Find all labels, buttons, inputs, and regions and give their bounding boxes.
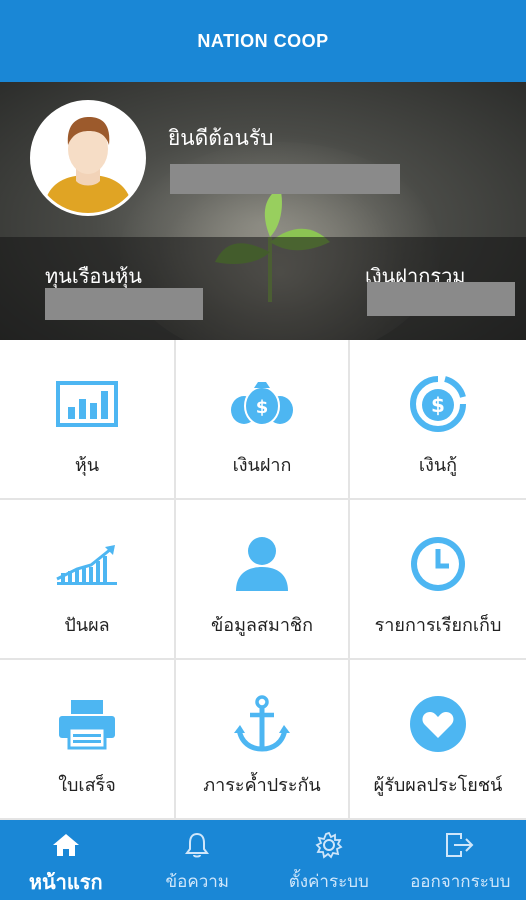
dollar-coin-icon: $ (410, 376, 466, 432)
bell-icon (185, 832, 210, 858)
clock-icon (411, 537, 465, 591)
bottom-nav: หน้าแรก ข้อความ ตั้งค่าระบบ ออกจากระบบ (0, 820, 526, 900)
deposit-value-redacted (367, 282, 515, 316)
menu-label: หุ้น (74, 455, 100, 476)
menu-item-member-info[interactable]: ข้อมูลสมาชิก (176, 500, 350, 660)
menu-item-deposit[interactable]: $ เงินฝาก (176, 340, 350, 500)
menu-label: ปันผล (64, 615, 110, 636)
printer-icon (59, 700, 115, 750)
menu-grid: หุ้น $ เงินฝาก $ เงินกู้ ปันผล ข้อมูลสมา… (0, 340, 526, 820)
nav-item-settings[interactable]: ตั้งค่าระบบ (263, 820, 395, 900)
welcome-text: ยินดีต้อนรับ (168, 126, 274, 150)
heart-icon (410, 696, 466, 752)
avatar-person-icon (43, 117, 133, 213)
menu-item-dividend[interactable]: ปันผล (0, 500, 176, 660)
menu-item-beneficiary[interactable]: ผู้รับผลประโยชน์ (350, 660, 526, 820)
menu-label: รายการเรียกเก็บ (374, 615, 502, 636)
menu-item-receipt[interactable]: ใบเสร็จ (0, 660, 176, 820)
home-icon (52, 834, 79, 856)
svg-text:$: $ (256, 397, 269, 418)
nav-label: ข้อความ (165, 872, 229, 892)
avatar[interactable] (30, 100, 146, 216)
app-header: NATION COOP (0, 0, 526, 82)
app-title: NATION COOP (197, 30, 329, 51)
bar-chart-icon (56, 381, 118, 427)
menu-item-guarantee[interactable]: ภาระค้ำประกัน (176, 660, 350, 820)
nav-item-logout[interactable]: ออกจากระบบ (395, 820, 526, 900)
person-icon (236, 537, 288, 591)
anchor-icon (234, 695, 290, 752)
nav-item-home[interactable]: หน้าแรก (0, 820, 132, 900)
member-name-redacted (170, 164, 400, 194)
menu-label: เงินกู้ (418, 455, 458, 476)
menu-label: ข้อมูลสมาชิก (210, 615, 314, 636)
money-bags-icon: $ (231, 382, 293, 426)
menu-label: ใบเสร็จ (58, 775, 116, 796)
gear-icon (315, 831, 343, 859)
nav-label: ตั้งค่าระบบ (288, 872, 369, 892)
profile-banner: ยินดีต้อนรับ ทุนเรือนหุ้น เงินฝากรวม (0, 82, 526, 340)
menu-item-loan[interactable]: $ เงินกู้ (350, 340, 526, 500)
nav-label: หน้าแรก (28, 870, 103, 894)
logout-icon (446, 833, 474, 857)
shares-value-redacted (45, 288, 203, 320)
menu-label: เงินฝาก (232, 455, 292, 476)
menu-label: ภาระค้ำประกัน (203, 775, 321, 796)
nav-item-messages[interactable]: ข้อความ (132, 820, 264, 900)
menu-label: ผู้รับผลประโยชน์ (373, 775, 503, 796)
nav-label: ออกจากระบบ (410, 872, 511, 892)
menu-item-billing[interactable]: รายการเรียกเก็บ (350, 500, 526, 660)
menu-item-shares[interactable]: หุ้น (0, 340, 176, 500)
growth-chart-icon (56, 545, 117, 585)
svg-text:$: $ (431, 393, 445, 417)
